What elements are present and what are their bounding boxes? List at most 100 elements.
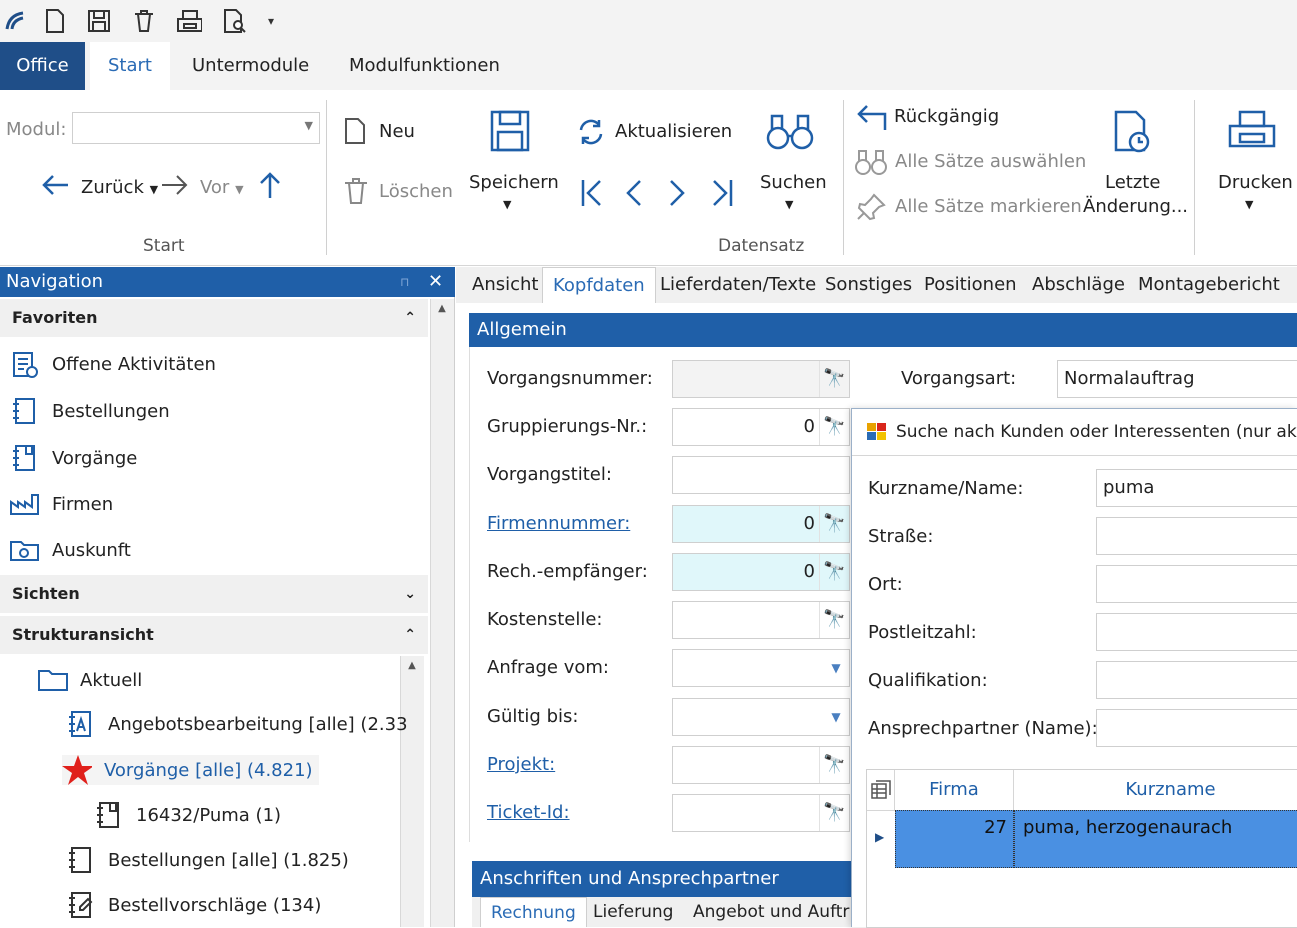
chevron-down-icon[interactable]: ▼ — [823, 650, 849, 686]
section-favoriten[interactable]: Favoriten ⌃ — [0, 299, 428, 337]
pin-icon[interactable]: ⊓ — [400, 267, 409, 297]
app-logo-icon[interactable] — [2, 8, 28, 34]
back-button[interactable]: Zurück ▼ — [81, 177, 158, 198]
scroll-up-icon[interactable]: ▲ — [403, 660, 421, 678]
binoculars-icon[interactable]: 🔭 — [819, 795, 849, 831]
plz-input[interactable] — [1096, 613, 1297, 651]
last-record-icon[interactable] — [710, 178, 734, 208]
tab-sonstiges[interactable]: Sonstiges — [815, 267, 922, 303]
tree-scrollbar[interactable]: ▲ — [400, 656, 424, 927]
expand-icon[interactable]: ⌄ — [404, 575, 416, 613]
fav-item-bestellungen[interactable]: Bestellungen — [10, 396, 170, 426]
next-record-icon[interactable] — [667, 178, 687, 208]
save-button[interactable]: Speichern — [469, 172, 559, 193]
vorgangsart-select[interactable]: Normalauftrag — [1057, 360, 1297, 398]
delete-icon[interactable] — [131, 8, 157, 34]
chevron-down-icon[interactable]: ▼ — [785, 198, 793, 211]
tab-angebot-auftrag[interactable]: Angebot und Auftr — [683, 897, 859, 927]
new-button[interactable]: Neu — [379, 121, 415, 142]
rechempfaenger-field[interactable]: 0 🔭 — [672, 553, 850, 591]
tab-rechnung[interactable]: Rechnung — [480, 897, 587, 927]
tree-item-puma[interactable]: 16432/Puma (1) — [94, 800, 281, 830]
refresh-icon[interactable] — [577, 118, 605, 146]
forward-arrow-icon[interactable] — [160, 172, 190, 198]
binoculars-icon[interactable]: 🔭 — [819, 554, 849, 590]
gruppierung-field[interactable]: 0 🔭 — [672, 408, 850, 446]
chevron-down-icon[interactable]: ▼ — [1245, 198, 1253, 211]
history-document-icon[interactable] — [1113, 110, 1153, 154]
grid-options-icon[interactable] — [867, 770, 895, 810]
projekt-field[interactable]: 🔭 — [672, 746, 850, 784]
binoculars-icon[interactable]: 🔭 — [819, 361, 849, 397]
strasse-input[interactable] — [1096, 517, 1297, 555]
chevron-down-icon[interactable]: ▼ — [503, 198, 511, 211]
select-all-button[interactable]: Alle Sätze auswählen — [895, 151, 1086, 172]
tree-item-bestellvorschlaege[interactable]: Bestellvorschläge (134) — [66, 890, 321, 920]
delete-icon[interactable] — [343, 178, 369, 204]
section-strukturansicht[interactable]: Strukturansicht ⌃ — [0, 616, 428, 654]
tab-kopfdaten[interactable]: Kopfdaten — [542, 267, 656, 303]
search-button[interactable]: Suchen — [760, 172, 827, 193]
qualifikation-input[interactable] — [1096, 661, 1297, 699]
print-icon[interactable] — [176, 8, 202, 34]
print-button[interactable]: Drucken — [1218, 172, 1293, 193]
up-arrow-icon[interactable] — [257, 170, 283, 200]
tab-ansicht[interactable]: Ansicht — [462, 267, 548, 303]
ticket-link[interactable]: Ticket-Id: — [487, 802, 570, 823]
ticket-field[interactable]: 🔭 — [672, 794, 850, 832]
undo-icon[interactable] — [855, 104, 887, 132]
tab-modulfunktionen[interactable]: Modulfunktionen — [331, 42, 518, 90]
vorgangstitel-field[interactable] — [672, 456, 850, 494]
close-icon[interactable]: ✕ — [428, 267, 443, 297]
new-document-icon[interactable] — [42, 8, 68, 34]
refresh-button[interactable]: Aktualisieren — [615, 121, 732, 142]
anfrage-date-field[interactable]: ▼ — [672, 649, 850, 687]
save-large-icon[interactable] — [490, 110, 530, 152]
grid-cell-kurzname[interactable]: puma, herzogenaurach — [1014, 810, 1297, 868]
print-large-icon[interactable] — [1228, 110, 1276, 150]
fav-item-firmen[interactable]: Firmen — [10, 489, 113, 519]
tab-start[interactable]: Start — [90, 42, 170, 90]
grid-header-kurzname[interactable]: Kurzname — [1014, 770, 1297, 810]
tab-untermodule[interactable]: Untermodule — [174, 42, 327, 90]
nav-scrollbar[interactable]: ▲ — [430, 299, 454, 927]
tree-item-angebotsbearbeitung[interactable]: Angebotsbearbeitung [alle] (2.33 — [66, 709, 408, 739]
chevron-down-icon[interactable]: ▼ — [823, 699, 849, 735]
modul-select[interactable]: ▼ — [72, 112, 320, 144]
tree-item-aktuell[interactable]: Aktuell — [38, 665, 142, 695]
tree-item-bestellungen[interactable]: Bestellungen [alle] (1.825) — [66, 845, 349, 875]
mark-all-button[interactable]: Alle Sätze markieren — [895, 196, 1082, 217]
firmennummer-link[interactable]: Firmennummer: — [487, 513, 630, 534]
tab-abschlaege[interactable]: Abschläge — [1022, 267, 1135, 303]
previous-record-icon[interactable] — [624, 178, 644, 208]
binoculars-icon[interactable]: 🔭 — [819, 506, 849, 542]
last-change-label-1[interactable]: Letzte — [1105, 172, 1160, 193]
projekt-link[interactable]: Projekt: — [487, 754, 555, 775]
fav-item-auskunft[interactable]: Auskunft — [10, 535, 131, 565]
new-icon[interactable] — [344, 118, 366, 144]
undo-button[interactable]: Rückgängig — [894, 106, 999, 127]
section-sichten[interactable]: Sichten ⌄ — [0, 575, 428, 613]
pin-icon[interactable] — [856, 193, 886, 221]
print-preview-icon[interactable] — [222, 8, 248, 34]
kostenstelle-field[interactable]: 🔭 — [672, 601, 850, 639]
tab-lieferdaten[interactable]: Lieferdaten/Texte — [650, 267, 826, 303]
grid-header-firma[interactable]: Firma — [895, 770, 1014, 810]
first-record-icon[interactable] — [580, 178, 604, 208]
vorgangsnummer-field[interactable]: 🔭 — [672, 360, 850, 398]
forward-button[interactable]: Vor ▼ — [200, 177, 244, 198]
firmennummer-field[interactable]: 0 🔭 — [672, 505, 850, 543]
fav-item-vorgaenge[interactable]: Vorgänge — [10, 443, 137, 473]
ort-input[interactable] — [1096, 565, 1297, 603]
grid-cell-firma[interactable]: 27 — [895, 810, 1014, 868]
scroll-up-icon[interactable]: ▲ — [433, 303, 451, 321]
collapse-icon[interactable]: ⌃ — [404, 616, 416, 654]
binoculars-icon[interactable]: 🔭 — [819, 602, 849, 638]
customize-toolbar-icon[interactable]: ▾ — [258, 8, 284, 34]
tab-lieferung[interactable]: Lieferung — [583, 897, 683, 927]
binoculars-icon[interactable]: 🔭 — [819, 747, 849, 783]
save-icon[interactable] — [86, 8, 112, 34]
tree-item-vorgaenge[interactable]: Vorgänge [alle] (4.821) — [62, 755, 319, 785]
delete-button[interactable]: Löschen — [379, 181, 453, 202]
fav-item-offene-aktivitaeten[interactable]: Offene Aktivitäten — [10, 349, 216, 379]
